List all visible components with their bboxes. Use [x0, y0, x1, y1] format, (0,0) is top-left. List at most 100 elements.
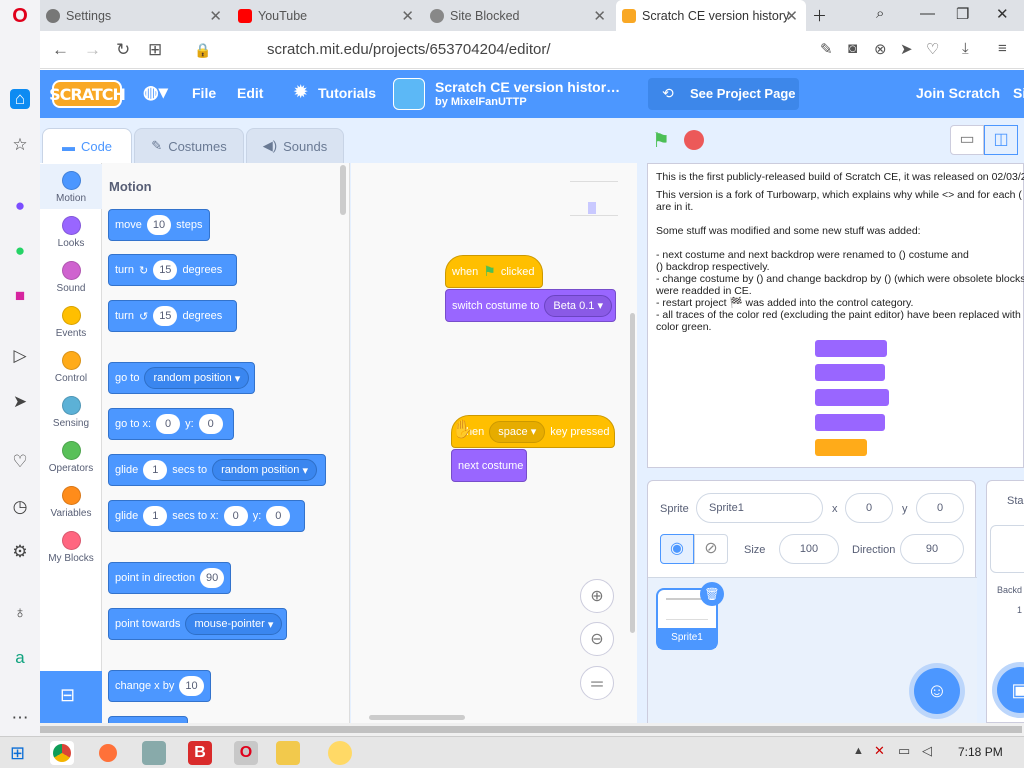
zoom-in-button[interactable]: ⊕: [580, 579, 614, 613]
chrome-icon[interactable]: [50, 741, 74, 765]
restore-icon[interactable]: ❐: [956, 5, 969, 23]
edit-icon[interactable]: ✎: [820, 40, 833, 58]
sign-in-link[interactable]: Si: [1013, 85, 1024, 101]
close-icon[interactable]: ✕: [401, 7, 414, 25]
home-icon[interactable]: ⌂: [10, 89, 30, 109]
close-icon[interactable]: ✕: [593, 7, 606, 25]
instagram-icon[interactable]: ■: [10, 286, 30, 306]
close-icon[interactable]: ✕: [209, 7, 222, 25]
tab-youtube[interactable]: YouTube ✕: [232, 0, 422, 31]
glide-block[interactable]: glide 1 secs to random position ▾: [108, 454, 326, 486]
category-motion[interactable]: Motion: [40, 164, 102, 209]
direction-input[interactable]: 90: [900, 534, 964, 564]
choose-backdrop-button[interactable]: ▣: [997, 667, 1024, 713]
switch-costume-block[interactable]: switch costume to Beta 0.1 ▾: [445, 289, 616, 322]
tab-costumes[interactable]: ✎ Costumes: [134, 128, 244, 164]
tab-scratch[interactable]: Scratch CE version history ✕: [616, 0, 806, 31]
green-flag-icon[interactable]: ⚑: [652, 128, 670, 153]
camera-icon[interactable]: ◙: [848, 40, 857, 57]
minimize-icon[interactable]: —: [920, 5, 935, 22]
opera-logo-icon[interactable]: O: [10, 5, 30, 27]
scratch-logo[interactable]: SCRATCH: [49, 80, 126, 108]
new-tab-icon[interactable]: ＋: [812, 5, 827, 26]
category-variables[interactable]: Variables: [40, 479, 102, 524]
turn-right-block[interactable]: turn ↻ 15 degrees: [108, 254, 237, 286]
file-explorer-icon[interactable]: [276, 741, 300, 765]
send-icon[interactable]: ➤: [10, 392, 30, 412]
messenger-icon[interactable]: ●: [10, 196, 30, 216]
close-icon[interactable]: ✕: [785, 7, 798, 25]
show-eye-icon[interactable]: ◉: [660, 534, 694, 564]
tabs-grid-icon[interactable]: ⊞: [148, 40, 162, 60]
category-sensing[interactable]: Sensing: [40, 389, 102, 434]
next-costume-block[interactable]: next costume: [451, 449, 527, 482]
heart-icon[interactable]: ♡: [926, 40, 939, 58]
hide-eye-icon[interactable]: ⊘: [694, 534, 728, 564]
category-my-blocks[interactable]: My Blocks: [40, 524, 102, 569]
x-input[interactable]: 0: [845, 493, 893, 523]
b-app-icon[interactable]: B: [188, 741, 212, 765]
opera-taskbar-icon[interactable]: O: [234, 741, 258, 765]
aria-icon[interactable]: a: [10, 648, 30, 668]
block-icon[interactable]: ⊗: [874, 40, 887, 58]
choose-sprite-button[interactable]: ☺: [914, 668, 960, 714]
small-stage-icon[interactable]: ▭: [950, 125, 984, 155]
stop-icon[interactable]: [684, 130, 704, 150]
reload-icon[interactable]: ↻: [116, 40, 130, 60]
tab-code[interactable]: ▬ Code: [42, 128, 132, 164]
window-close-icon[interactable]: ✕: [996, 5, 1009, 23]
size-input[interactable]: 100: [779, 534, 839, 564]
back-icon[interactable]: ←: [52, 40, 69, 60]
palette-scrollbar[interactable]: [340, 165, 346, 215]
see-project-page-button[interactable]: ⟲ See Project Page: [648, 78, 799, 110]
join-scratch-link[interactable]: Join Scratch: [916, 85, 1000, 101]
whatsapp-icon[interactable]: ●: [10, 241, 30, 261]
windows-start-icon[interactable]: ⊞: [10, 743, 25, 764]
tray-up-icon[interactable]: ▲: [853, 745, 864, 757]
app-icon[interactable]: [142, 741, 166, 765]
settings-icon[interactable]: ⚙: [10, 542, 30, 562]
heart-icon[interactable]: ♡: [10, 452, 30, 472]
sprite-name-input[interactable]: Sprite1: [696, 493, 823, 523]
normal-stage-icon[interactable]: ◫: [984, 125, 1018, 155]
partial-block[interactable]: [108, 716, 188, 723]
player-icon[interactable]: ▷: [10, 346, 30, 366]
scratch-taskbar-icon[interactable]: [328, 741, 352, 765]
category-operators[interactable]: Operators: [40, 434, 102, 479]
project-author[interactable]: by MixelFanUTTP: [435, 96, 527, 108]
firefox-icon[interactable]: [96, 741, 120, 765]
category-events[interactable]: Events: [40, 299, 102, 344]
url-field[interactable]: scratch.mit.edu/projects/653704204/edito…: [267, 41, 551, 58]
network-icon[interactable]: ✕: [874, 743, 885, 759]
battery-icon[interactable]: ▭: [898, 743, 910, 759]
file-menu[interactable]: File: [192, 85, 216, 101]
zoom-reset-button[interactable]: ＝: [580, 666, 614, 700]
category-control[interactable]: Control: [40, 344, 102, 389]
page-scrollbar[interactable]: [40, 723, 1024, 736]
tab-sounds[interactable]: ◀) Sounds: [246, 128, 344, 164]
stage[interactable]: This is the first publicly-released buil…: [647, 163, 1024, 468]
globe-icon[interactable]: ◍▾: [143, 82, 168, 103]
turn-left-block[interactable]: turn ↺ 15 degrees: [108, 300, 237, 332]
project-title[interactable]: Scratch CE version histor…: [435, 79, 620, 95]
horizontal-scrollbar[interactable]: [369, 715, 465, 720]
glide-xy-block[interactable]: glide 1 secs to x: 0 y: 0: [108, 500, 305, 532]
go-to-xy-block[interactable]: go to x: 0 y: 0: [108, 408, 234, 440]
go-to-block[interactable]: go to random position ▾: [108, 362, 255, 394]
y-input[interactable]: 0: [916, 493, 964, 523]
history-icon[interactable]: ◷: [10, 497, 30, 517]
tips-icon[interactable]: ♁: [10, 603, 30, 623]
download-icon[interactable]: ⤓: [962, 40, 969, 57]
category-sound[interactable]: Sound: [40, 254, 102, 299]
menu-icon[interactable]: ≡: [998, 40, 1007, 57]
search-icon[interactable]: ⌕: [876, 5, 884, 22]
tab-settings[interactable]: Settings ✕: [40, 0, 230, 31]
vertical-scrollbar[interactable]: [630, 313, 635, 633]
clock[interactable]: 7:18 PM: [958, 745, 1003, 759]
tab-site-blocked[interactable]: Site Blocked ✕: [424, 0, 614, 31]
point-towards-block[interactable]: point towards mouse-pointer ▾: [108, 608, 287, 640]
edit-menu[interactable]: Edit: [237, 85, 263, 101]
send-icon[interactable]: ➤: [900, 40, 913, 58]
forward-icon[interactable]: →: [84, 40, 101, 60]
add-extension-button[interactable]: ⊟: [40, 671, 102, 723]
